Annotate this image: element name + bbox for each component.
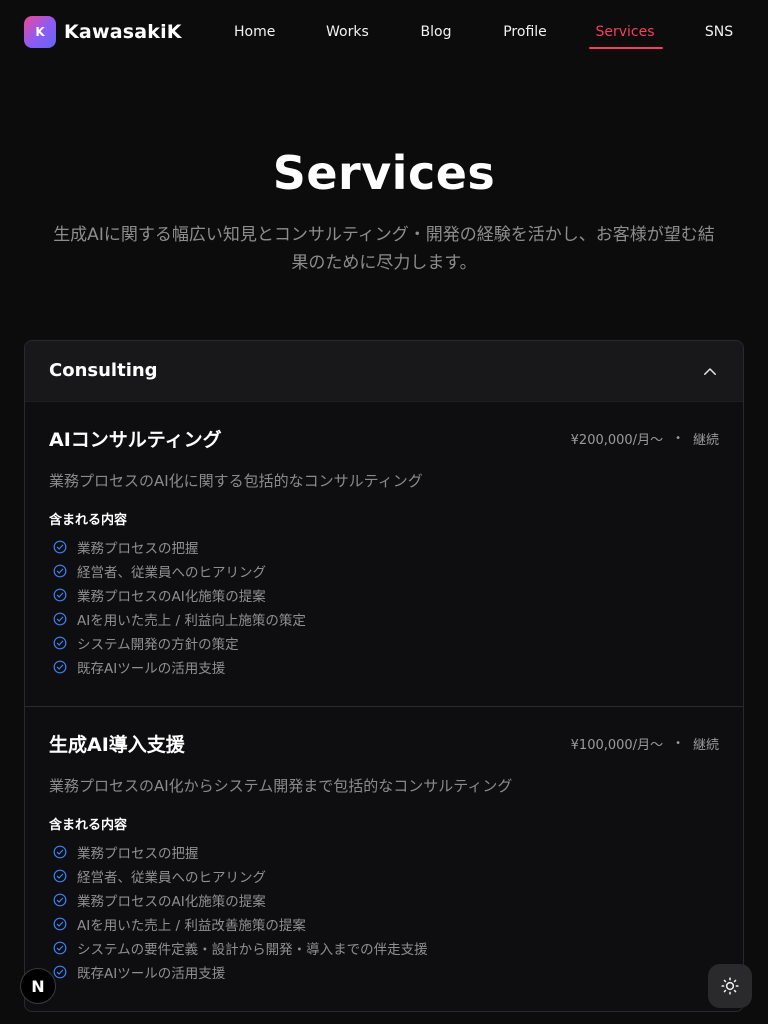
service-description: 業務プロセスのAI化に関する包括的なコンサルティング xyxy=(49,472,423,490)
list-item: 経営者、従業員へのヒアリング xyxy=(53,559,306,583)
list-item-text: 経営者、従業員へのヒアリング xyxy=(77,565,266,581)
list-item: 業務プロセスの把握 xyxy=(53,840,428,864)
list-item: AIを用いた売上 / 利益改善施策の提案 xyxy=(53,912,428,936)
consulting-accordion: Consulting AIコンサルティング ¥200,000/月～ • 継続 業… xyxy=(24,340,744,1012)
list-item: 業務プロセスのAI化施策の提案 xyxy=(53,888,428,912)
separator-dot: • xyxy=(675,433,681,444)
accordion-header[interactable]: Consulting xyxy=(25,341,743,402)
list-item-text: システム開発の方針の策定 xyxy=(77,637,239,653)
list-item: 業務プロセスのAI化施策の提案 xyxy=(53,583,306,607)
nav-active-indicator xyxy=(589,47,663,49)
check-circle-icon xyxy=(53,917,67,931)
includes-list: 業務プロセスの把握 経営者、従業員へのヒアリング 業務プロセスのAI化施策の提案… xyxy=(53,840,428,984)
check-circle-icon xyxy=(53,893,67,907)
nav-blog[interactable]: Blog xyxy=(418,24,454,40)
main-nav: Home Works Blog Profile Services SNS xyxy=(212,0,756,66)
check-circle-icon xyxy=(53,564,67,578)
service-price: ¥200,000/月～ xyxy=(570,433,664,448)
list-item-text: 業務プロセスのAI化施策の提案 xyxy=(77,589,266,605)
logo-text: KawasakiK xyxy=(64,21,182,43)
logo-mark: K xyxy=(24,16,56,48)
nav-profile[interactable]: Profile xyxy=(503,24,547,40)
check-circle-icon xyxy=(53,869,67,883)
sun-icon xyxy=(721,977,739,995)
theme-toggle-button[interactable] xyxy=(708,964,752,1008)
site-header: K KawasakiK Home Works Blog Profile Serv… xyxy=(0,0,768,66)
list-item-text: 経営者、従業員へのヒアリング xyxy=(77,870,266,886)
service-description: 業務プロセスのAI化からシステム開発まで包括的なコンサルティング xyxy=(49,777,513,795)
includes-label: 含まれる内容 xyxy=(49,818,128,833)
check-circle-icon xyxy=(53,965,67,979)
check-circle-icon xyxy=(53,845,67,859)
list-item: システムの要件定義・設計から開発・導入までの伴走支援 xyxy=(53,936,428,960)
list-item: 既存AIツールの活用支援 xyxy=(53,655,306,679)
service-card: AIコンサルティング ¥200,000/月～ • 継続 業務プロセスのAI化に関… xyxy=(25,403,743,707)
separator-dot: • xyxy=(675,738,681,749)
chevron-up-icon[interactable] xyxy=(701,363,719,381)
check-circle-icon xyxy=(53,941,67,955)
service-meta: ¥200,000/月～ • 継続 xyxy=(571,429,719,448)
list-item: システム開発の方針の策定 xyxy=(53,631,306,655)
nextjs-dev-badge[interactable]: N xyxy=(20,968,56,1004)
includes-label: 含まれる内容 xyxy=(49,513,128,528)
service-term: 継続 xyxy=(692,738,719,753)
page-title: Services xyxy=(272,146,496,200)
check-circle-icon xyxy=(53,636,67,650)
nav-home[interactable]: Home xyxy=(234,24,275,40)
list-item-text: AIを用いた売上 / 利益向上施策の策定 xyxy=(77,613,306,629)
list-item: AIを用いた売上 / 利益向上施策の策定 xyxy=(53,607,306,631)
accordion-title: Consulting xyxy=(49,360,158,381)
service-title: AIコンサルティング xyxy=(49,429,222,451)
list-item-text: 業務プロセスの把握 xyxy=(77,846,199,862)
list-item-text: 業務プロセスのAI化施策の提案 xyxy=(77,894,266,910)
includes-list: 業務プロセスの把握 経営者、従業員へのヒアリング 業務プロセスのAI化施策の提案… xyxy=(53,535,306,679)
check-circle-icon xyxy=(53,660,67,674)
list-item: 既存AIツールの活用支援 xyxy=(53,960,428,984)
nav-works[interactable]: Works xyxy=(326,24,369,40)
list-item-text: 既存AIツールの活用支援 xyxy=(77,661,226,677)
service-meta: ¥100,000/月～ • 継続 xyxy=(571,734,719,753)
page-subtitle: 生成AIに関する幅広い知見とコンサルティング・開発の経験を活かし、お客様が望む結… xyxy=(53,225,715,273)
list-item: 経営者、従業員へのヒアリング xyxy=(53,864,428,888)
service-card: 生成AI導入支援 ¥100,000/月～ • 継続 業務プロセスのAI化からシス… xyxy=(25,708,743,1011)
nav-services[interactable]: Services xyxy=(595,24,655,40)
check-circle-icon xyxy=(53,540,67,554)
service-term: 継続 xyxy=(692,433,719,448)
service-price: ¥100,000/月～ xyxy=(570,738,664,753)
list-item-text: 業務プロセスの把握 xyxy=(77,541,199,557)
list-item-text: AIを用いた売上 / 利益改善施策の提案 xyxy=(77,918,306,934)
list-item: 業務プロセスの把握 xyxy=(53,535,306,559)
list-item-text: 既存AIツールの活用支援 xyxy=(77,966,226,982)
check-circle-icon xyxy=(53,612,67,626)
service-title: 生成AI導入支援 xyxy=(49,734,185,756)
nav-sns[interactable]: SNS xyxy=(702,24,736,40)
logo[interactable]: K KawasakiK xyxy=(24,16,182,48)
list-item-text: システムの要件定義・設計から開発・導入までの伴走支援 xyxy=(77,942,428,958)
check-circle-icon xyxy=(53,588,67,602)
